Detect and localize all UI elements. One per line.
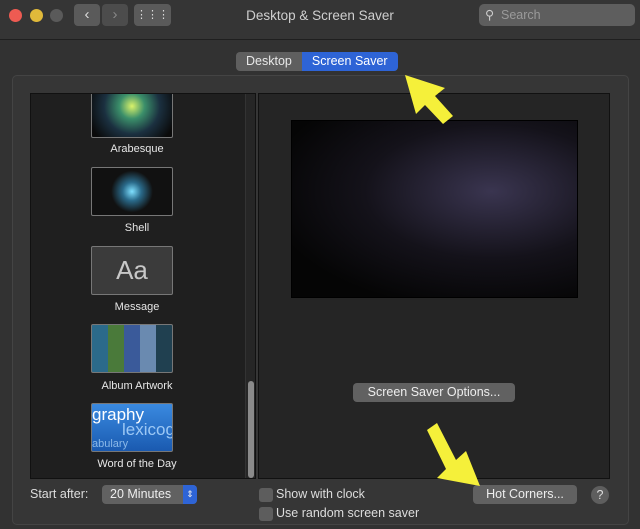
- arrow-to-hot-corners: [427, 423, 480, 486]
- annotation-arrows: [405, 75, 480, 486]
- arrow-to-screen-saver-tab: [405, 75, 453, 124]
